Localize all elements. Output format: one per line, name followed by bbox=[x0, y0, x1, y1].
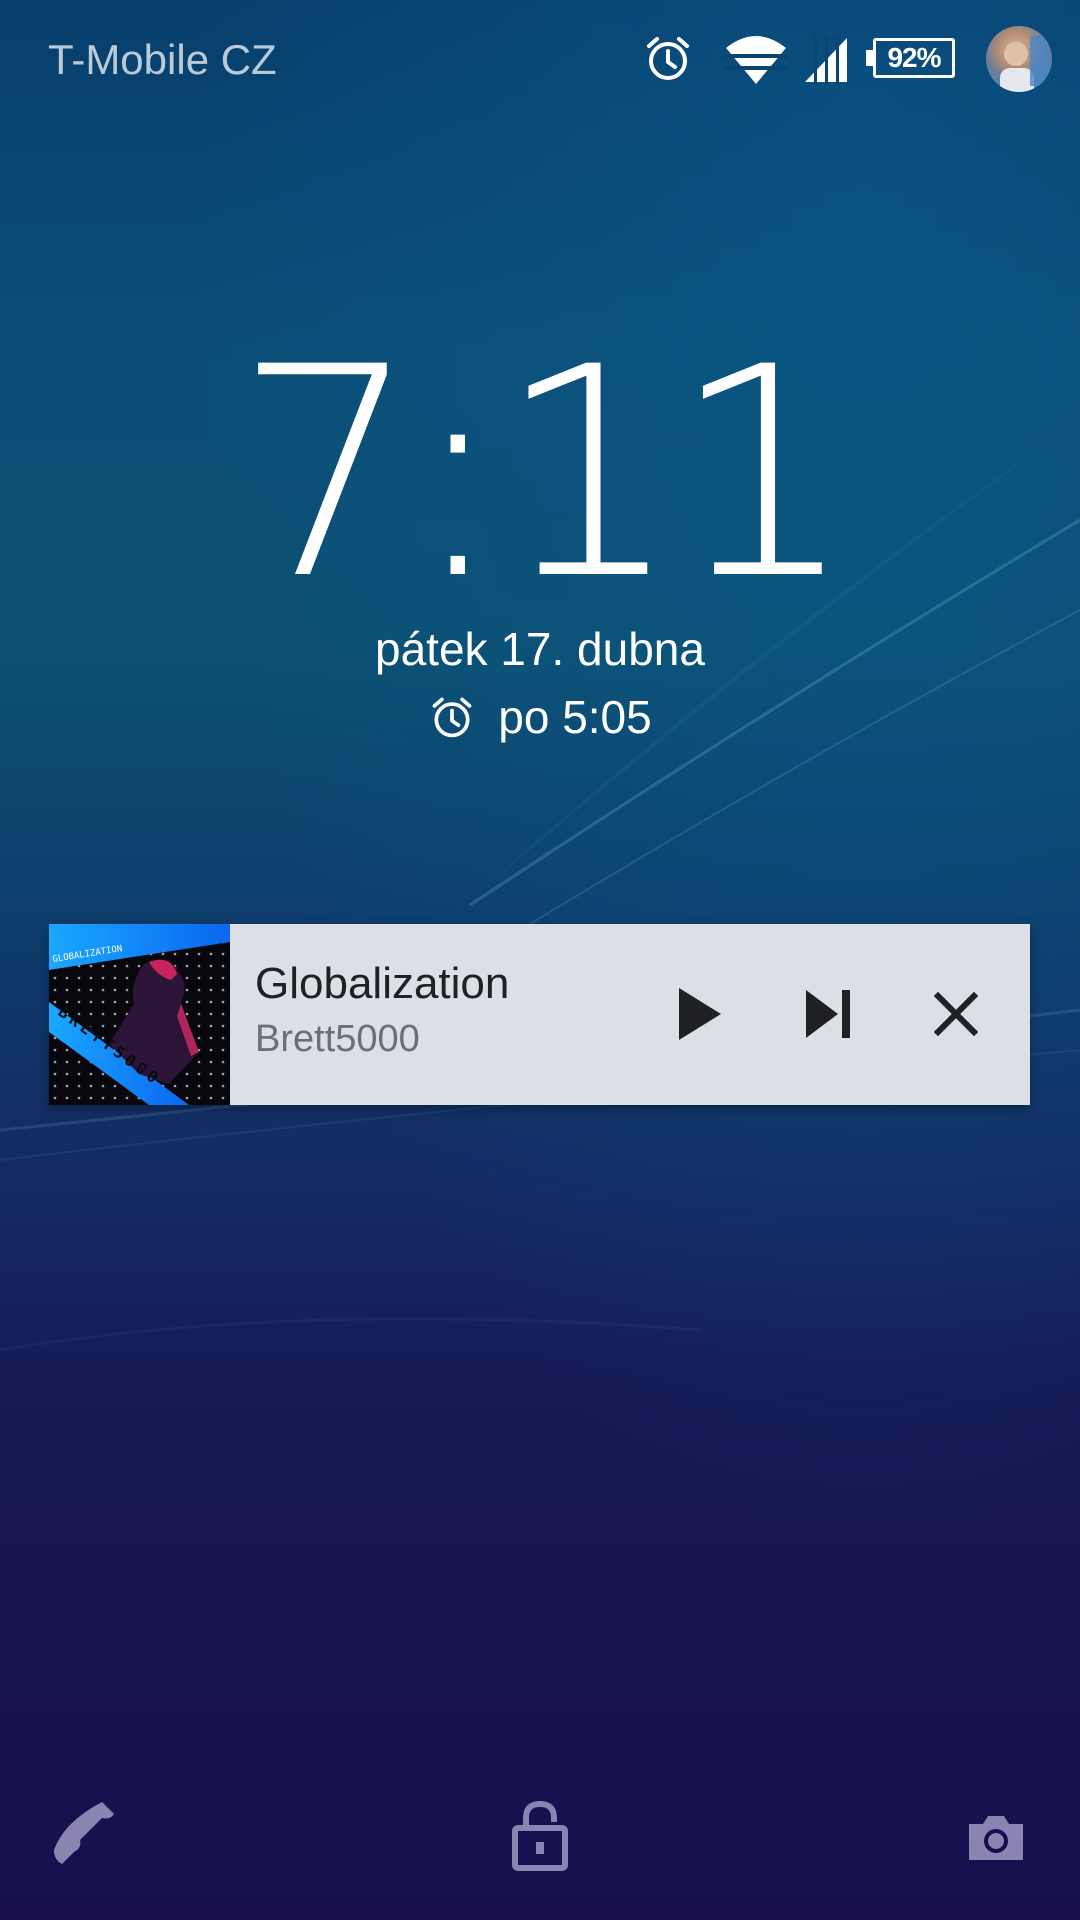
media-text: Globalization Brett5000 bbox=[255, 958, 509, 1064]
album-art-image: GLOBALIZATION BRETT5000 bbox=[49, 924, 230, 1105]
album-art: GLOBALIZATION BRETT5000 bbox=[49, 924, 230, 1105]
user-avatar[interactable] bbox=[986, 26, 1052, 92]
track-title: Globalization bbox=[255, 959, 510, 1008]
close-icon bbox=[933, 991, 979, 1037]
phone-icon[interactable] bbox=[50, 1798, 120, 1868]
skip-next-button[interactable] bbox=[790, 974, 870, 1054]
track-artist: Brett5000 bbox=[255, 1018, 420, 1060]
play-button[interactable] bbox=[657, 974, 737, 1054]
battery-icon: 92% bbox=[873, 38, 955, 78]
next-alarm: po 5:05 bbox=[0, 690, 1080, 744]
status-bar: T-Mobile CZ 92% bbox=[0, 0, 1080, 120]
media-notification[interactable]: GLOBALIZATION BRETT5000 Globalization Br… bbox=[49, 924, 1030, 1105]
lock-screen: T-Mobile CZ 92% 7:11 pátek 17. dubna po … bbox=[0, 0, 1080, 1920]
carrier-name: T-Mobile CZ bbox=[48, 36, 277, 83]
alarm-icon bbox=[647, 37, 689, 80]
alarm-icon bbox=[432, 697, 472, 738]
camera-icon[interactable] bbox=[965, 1812, 1027, 1864]
battery-nub bbox=[866, 50, 873, 66]
skip-next-icon bbox=[806, 990, 850, 1038]
lock-icon[interactable] bbox=[510, 1800, 570, 1872]
wifi-icon bbox=[724, 36, 788, 84]
play-icon bbox=[679, 988, 721, 1040]
close-button[interactable] bbox=[916, 974, 996, 1054]
avatar-face bbox=[1000, 36, 1048, 92]
next-alarm-time: po 5:05 bbox=[498, 691, 652, 743]
cell-signal-icon bbox=[805, 36, 847, 84]
lock-date: pátek 17. dubna bbox=[375, 623, 705, 675]
lock-clock: 7:11 bbox=[234, 306, 855, 643]
